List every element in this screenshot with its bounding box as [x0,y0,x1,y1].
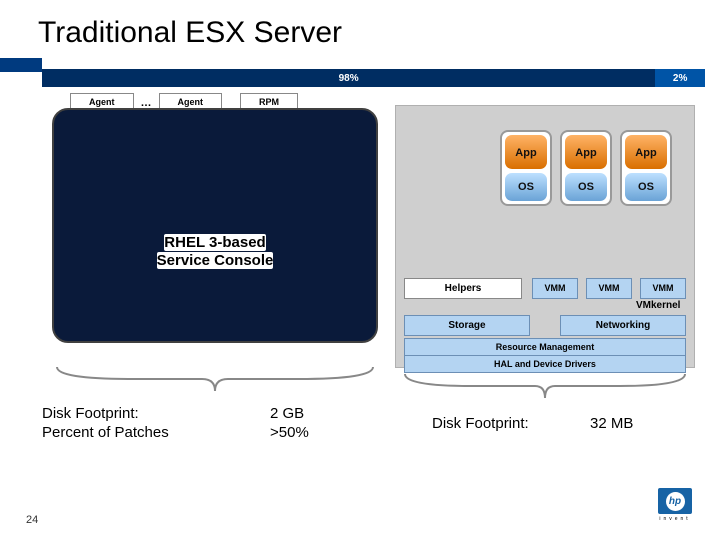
os-box: OS [565,173,607,201]
vm-stack-3: App OS [620,130,672,206]
service-console-label: RHEL 3-based Service Console [52,234,378,270]
vmm-box-1: VMM [532,278,578,299]
app-box: App [565,135,607,169]
helpers-box: Helpers [404,278,522,299]
vm-stack-row: App OS App OS App OS [500,130,672,206]
brace-left-icon [52,365,378,395]
percent-bar: 98% 2% [42,69,705,87]
slide-title: Traditional ESX Server [38,16,342,50]
footprint-right-value: 32 MB [590,415,633,432]
footprint-left-value: 2 GB >50% [270,405,309,443]
service-console-line1: RHEL 3-based [164,234,265,251]
os-box: OS [505,173,547,201]
hp-logo: hp invent [658,488,692,522]
footprint-left-value-l2: >50% [270,424,309,441]
hp-logo-text: invent [658,516,692,522]
storage-networking-row: Storage Networking [404,315,686,336]
vmm-box-2: VMM [586,278,632,299]
helpers-vmm-row: Helpers VMM VMM VMM [404,278,686,299]
footprint-left-label-l2: Percent of Patches [42,424,169,441]
slide: Traditional ESX Server 98% 2% Agent … Ag… [0,0,720,540]
page-number: 24 [26,514,38,526]
footprint-left-label-l1: Disk Footprint: [42,405,139,422]
service-console-line2: Service Console [157,252,274,269]
vm-stack-1: App OS [500,130,552,206]
hp-logo-glyph: hp [666,492,685,511]
resource-management-box: Resource Management [404,338,686,356]
brace-right-icon [400,372,690,402]
networking-box: Networking [560,315,686,336]
vmm-box-3: VMM [640,278,686,299]
footprint-right-label: Disk Footprint: [432,415,529,432]
percent-left: 98% [42,69,655,87]
footprint-left-value-l1: 2 GB [270,405,304,422]
os-box: OS [625,173,667,201]
accent-bar [0,58,42,72]
percent-right: 2% [655,69,705,87]
service-console-panel [52,108,378,343]
vmkernel-label: VMkernel [636,300,680,311]
app-box: App [625,135,667,169]
storage-box: Storage [404,315,530,336]
vm-stack-2: App OS [560,130,612,206]
hal-box: HAL and Device Drivers [404,355,686,373]
footprint-left-label: Disk Footprint: Percent of Patches [42,405,169,443]
app-box: App [505,135,547,169]
